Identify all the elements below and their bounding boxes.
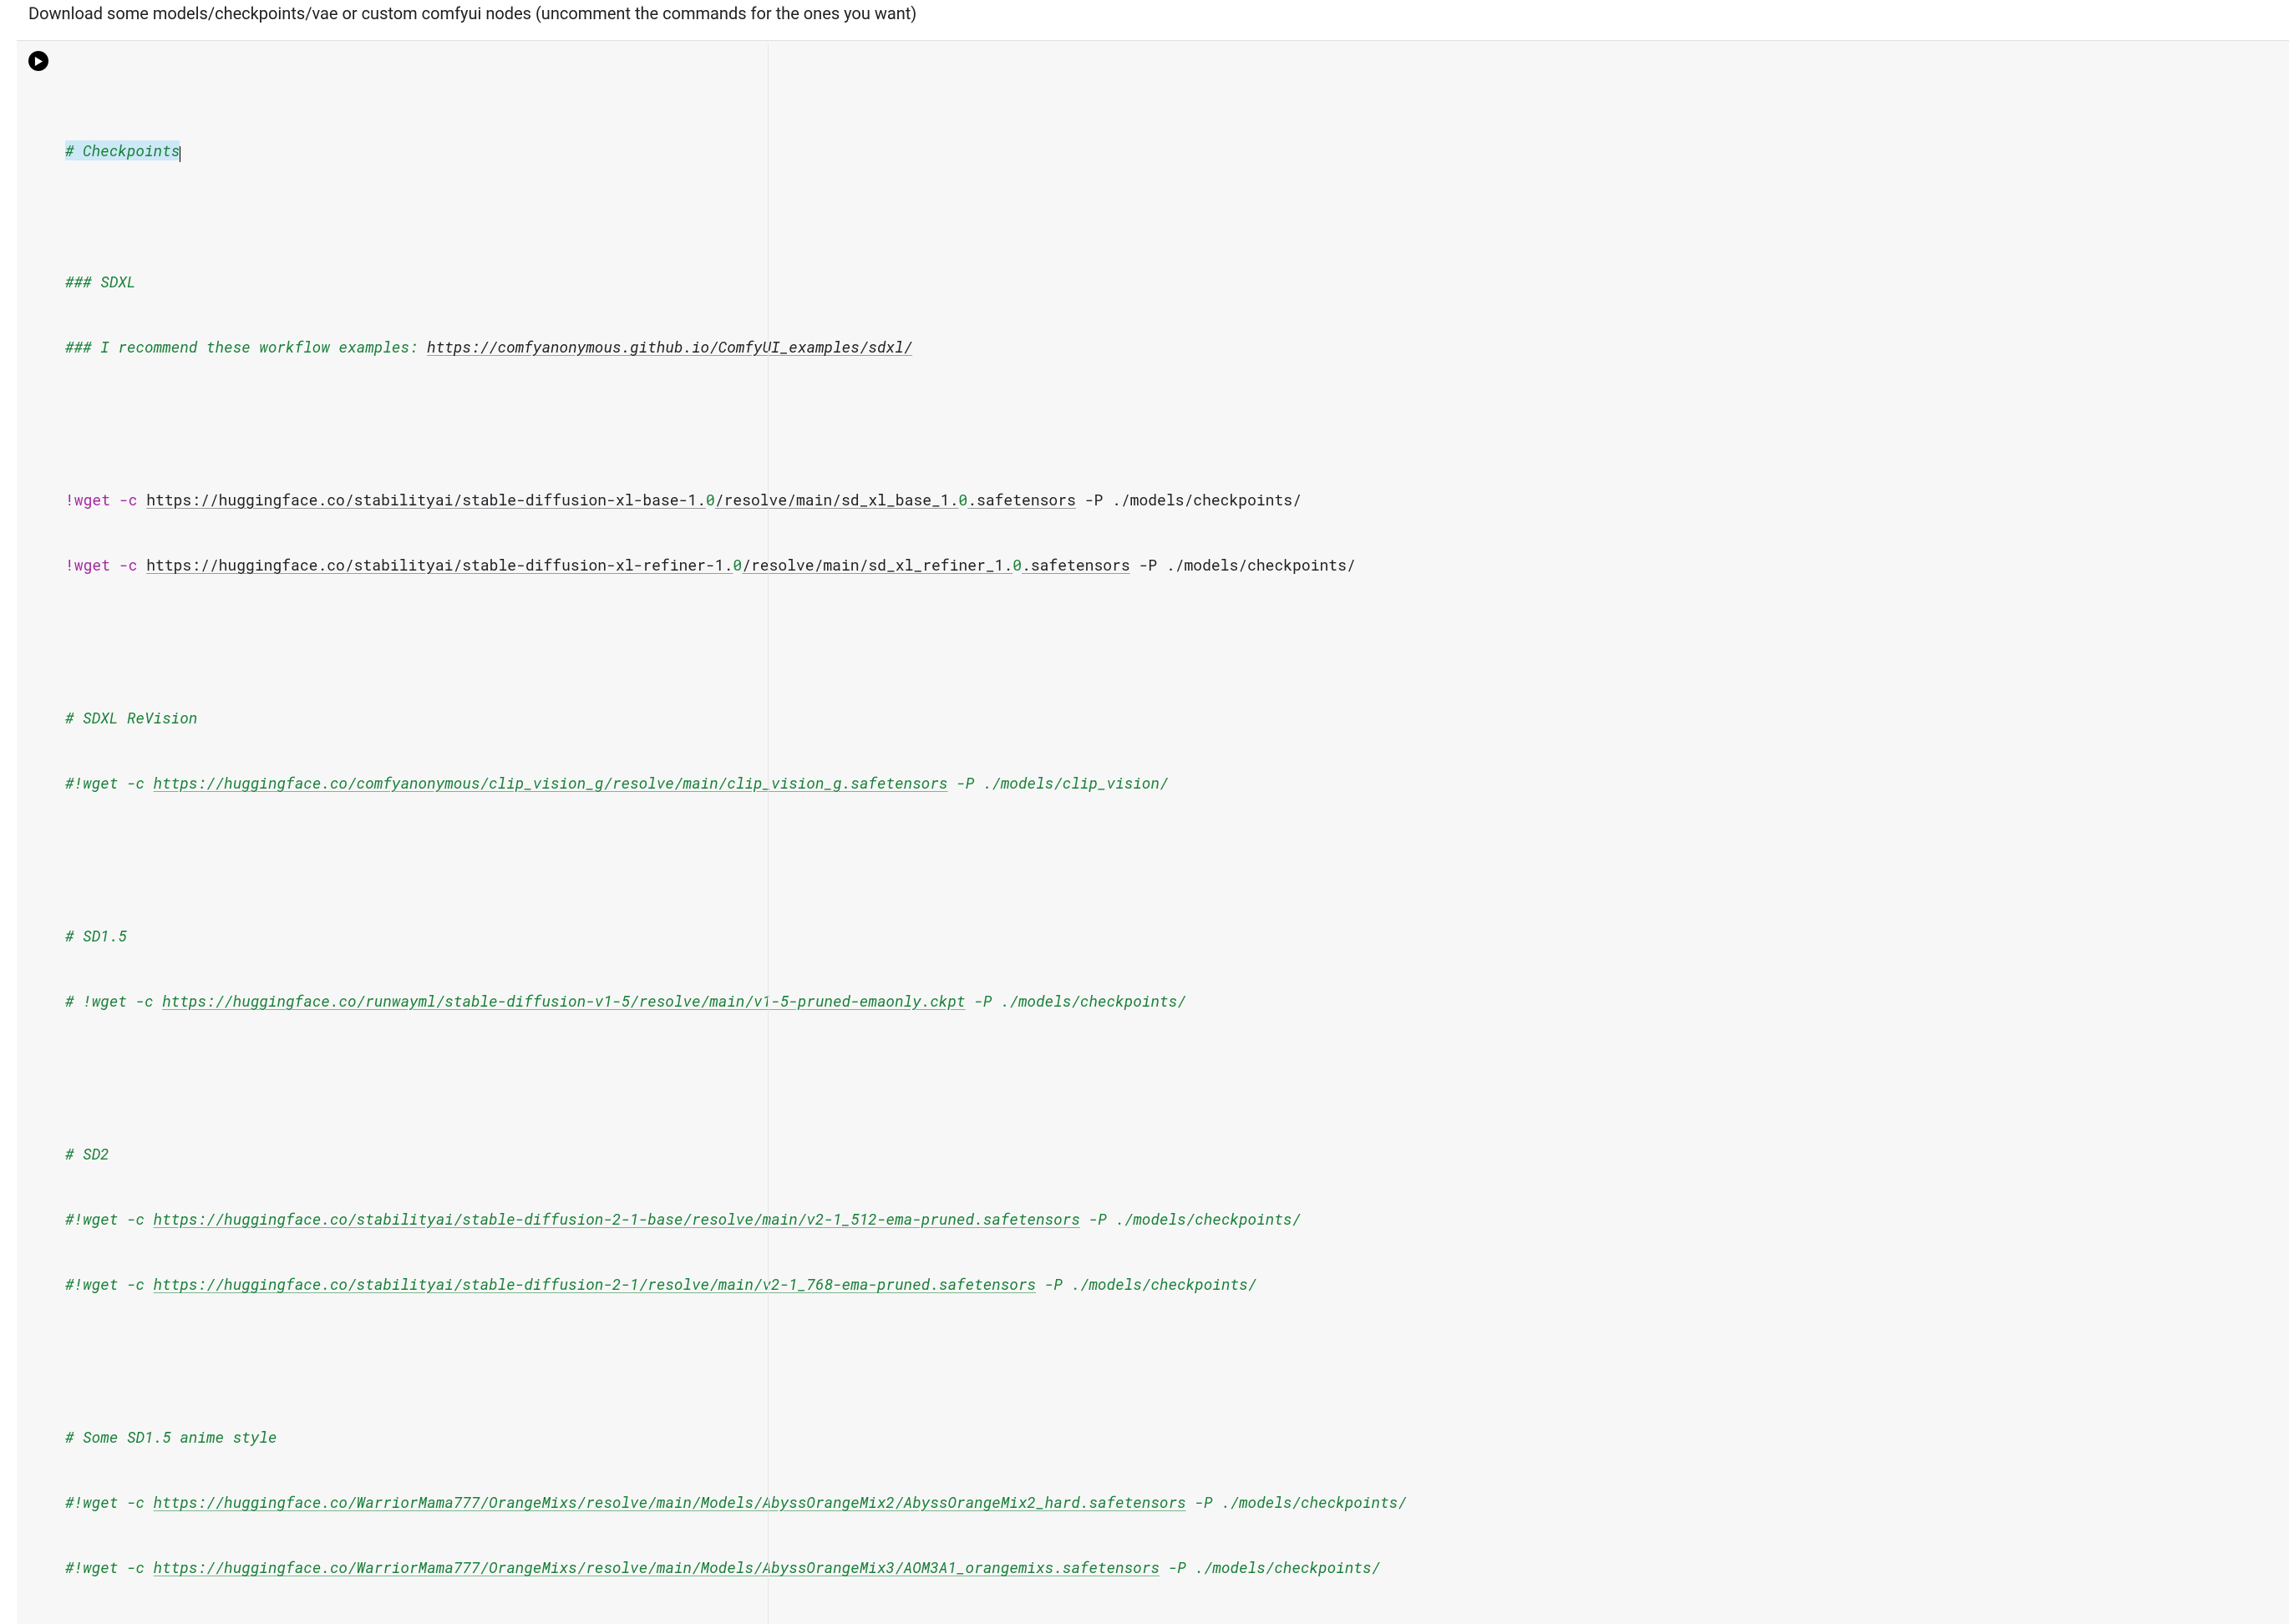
code-line: !wget -c https://huggingface.co/stabilit…: [65, 489, 2281, 510]
code-line: # SD2: [65, 1143, 2281, 1165]
code-line: [65, 206, 2281, 227]
code-line: ### SDXL: [65, 271, 2281, 292]
code-editor[interactable]: # Checkpoints ### SDXL ### I recommend t…: [60, 44, 2289, 1624]
code-line: # SD1.5: [65, 925, 2281, 946]
code-line: #!wget -c https://huggingface.co/Warrior…: [65, 1556, 2281, 1578]
code-line: #!wget -c https://huggingface.co/Warrior…: [65, 1491, 2281, 1513]
code-line: # !wget -c https://huggingface.co/runway…: [65, 990, 2281, 1012]
play-icon: [33, 53, 43, 70]
cell-heading: Download some models/checkpoints/vae or …: [0, 0, 2289, 40]
code-line: #!wget -c https://huggingface.co/comfyan…: [65, 772, 2281, 794]
code-line: [65, 1077, 2281, 1099]
code-line: [65, 642, 2281, 663]
code-line: #!wget -c https://huggingface.co/stabili…: [65, 1273, 2281, 1295]
run-button[interactable]: [28, 51, 48, 71]
code-line: [65, 402, 2281, 424]
code-cell: # Checkpoints ### SDXL ### I recommend t…: [17, 40, 2289, 1624]
code-line: [65, 1361, 2281, 1383]
code-line: # SDXL ReVision: [65, 707, 2281, 728]
code-line: !wget -c https://huggingface.co/stabilit…: [65, 554, 2281, 576]
code-line: #!wget -c https://huggingface.co/Warrior…: [65, 1622, 2281, 1624]
code-line: [65, 859, 2281, 881]
code-line: # Some SD1.5 anime style: [65, 1426, 2281, 1448]
code-line: ### I recommend these workflow examples:…: [65, 336, 2281, 358]
ruler-line: [768, 44, 769, 1624]
code-line: # Checkpoints: [65, 140, 180, 160]
cell-gutter: [17, 44, 60, 71]
code-line: #!wget -c https://huggingface.co/stabili…: [65, 1208, 2281, 1230]
